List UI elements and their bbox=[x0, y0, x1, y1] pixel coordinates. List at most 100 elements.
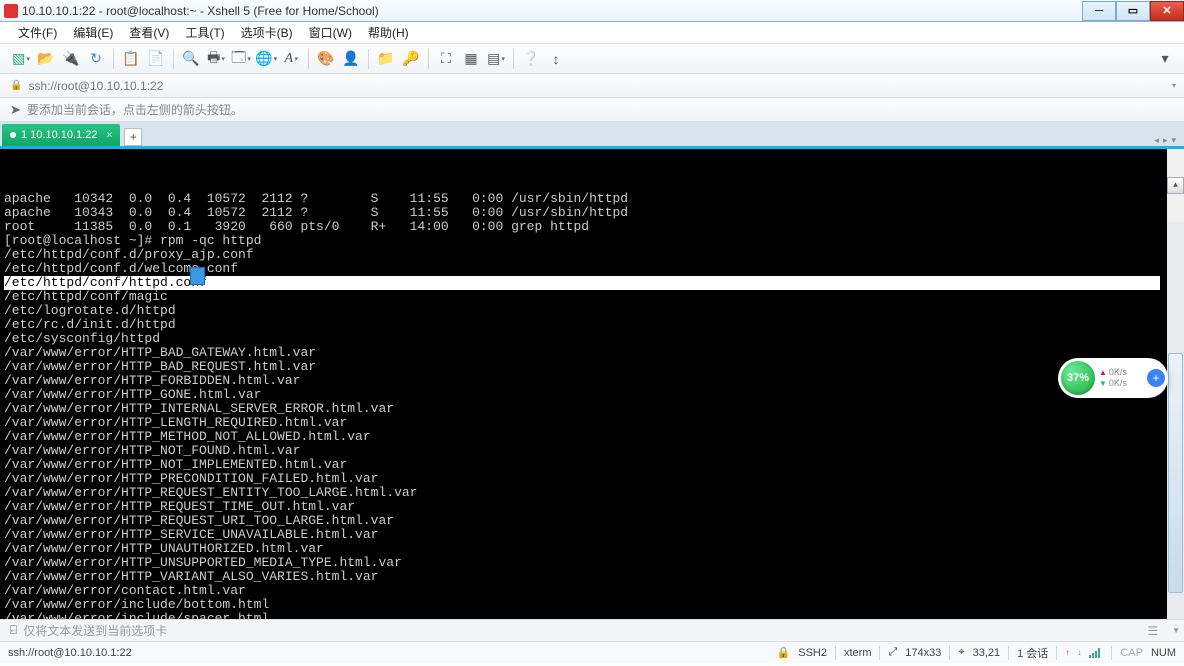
status-separator bbox=[1056, 646, 1057, 660]
menu-edit[interactable]: 编辑(E) bbox=[65, 21, 121, 44]
terminal-line[interactable]: /etc/httpd/conf.d/proxy_ajp.conf bbox=[4, 248, 1180, 262]
terminal-line[interactable]: /var/www/error/HTTP_REQUEST_URI_TOO_LARG… bbox=[4, 514, 1180, 528]
terminal-line[interactable]: apache 10343 0.0 0.4 10572 2112 ? S 11:5… bbox=[4, 206, 1180, 220]
tab-next-icon[interactable]: ▸ bbox=[1163, 135, 1168, 146]
terminal-line[interactable]: /var/www/error/HTTP_UNAUTHORIZED.html.va… bbox=[4, 542, 1180, 556]
download-speed: 0K/s bbox=[1109, 378, 1127, 389]
terminal-line[interactable]: /etc/logrotate.d/httpd bbox=[4, 304, 1180, 318]
terminal-line[interactable]: /var/www/error/HTTP_VARIANT_ALSO_VARIES.… bbox=[4, 570, 1180, 584]
input-dropdown-icon[interactable]: ▼ bbox=[1172, 626, 1180, 635]
search-icon[interactable]: 🔍 bbox=[180, 48, 202, 70]
paste-icon[interactable]: 📄 bbox=[145, 48, 167, 70]
layout-icon[interactable]: ▤ bbox=[485, 48, 507, 70]
text-cursor-icon bbox=[190, 267, 205, 285]
tab-prev-icon[interactable]: ◂ bbox=[1154, 135, 1159, 146]
terminal[interactable]: apache 10342 0.0 0.4 10572 2112 ? S 11:5… bbox=[0, 149, 1184, 619]
menu-window[interactable]: 窗口(W) bbox=[301, 21, 360, 44]
new-session-icon[interactable]: ▧ bbox=[10, 48, 32, 70]
print-icon[interactable]: 🖶 bbox=[205, 48, 227, 70]
open-icon[interactable]: 📂 bbox=[35, 48, 57, 70]
address-dropdown-icon[interactable]: ▾ bbox=[1172, 81, 1176, 90]
tab-label: 1 10.10.10.1:22 bbox=[21, 129, 97, 141]
terminal-line[interactable]: apache 10342 0.0 0.4 10572 2112 ? S 11:5… bbox=[4, 192, 1180, 206]
close-button[interactable]: ✕ bbox=[1150, 1, 1184, 21]
scroll-up-icon[interactable]: ▲ bbox=[1167, 177, 1184, 194]
connect-icon[interactable]: 🔌 bbox=[60, 48, 82, 70]
maximize-button[interactable]: ▭ bbox=[1116, 1, 1150, 21]
scroll-thumb[interactable] bbox=[1168, 353, 1183, 593]
toolbar-dropdown-icon[interactable]: ▾ bbox=[1154, 48, 1176, 70]
terminal-line[interactable]: /etc/httpd/conf.d/welcome.conf bbox=[4, 262, 1180, 276]
status-separator bbox=[879, 646, 880, 660]
tab-list-icon[interactable]: ▾ bbox=[1171, 135, 1176, 146]
properties-icon[interactable]: 🗔 bbox=[230, 48, 252, 70]
status-up-icon: ↑ bbox=[1065, 648, 1069, 657]
menu-tools[interactable]: 工具(T) bbox=[177, 21, 232, 44]
lock-icon: 🔒 bbox=[10, 80, 22, 91]
status-bar: ssh://root@10.10.10.1:22 🔒 SSH2 xterm ⤢ … bbox=[0, 641, 1184, 663]
terminal-line[interactable]: /var/www/error/HTTP_REQUEST_TIME_OUT.htm… bbox=[4, 500, 1180, 514]
minimize-button[interactable]: ─ bbox=[1082, 1, 1116, 21]
menu-help[interactable]: 帮助(H) bbox=[360, 21, 417, 44]
terminal-line[interactable]: root 11385 0.0 0.1 3920 660 pts/0 R+ 14:… bbox=[4, 220, 1180, 234]
terminal-line[interactable]: /var/www/error/HTTP_SERVICE_UNAVAILABLE.… bbox=[4, 528, 1180, 542]
send-mode-icon[interactable]: ⍇ bbox=[10, 623, 17, 638]
menu-file[interactable]: 文件(F) bbox=[10, 21, 65, 44]
terminal-line[interactable]: /var/www/error/HTTP_FORBIDDEN.html.var bbox=[4, 374, 1180, 388]
terminal-line[interactable]: /etc/httpd/conf/magic bbox=[4, 290, 1180, 304]
terminal-line[interactable]: /var/www/error/HTTP_BAD_GATEWAY.html.var bbox=[4, 346, 1180, 360]
hint-bar: ➤ 要添加当前会话，点击左侧的箭头按钮。 bbox=[0, 98, 1184, 122]
globe-icon[interactable]: 🌐 bbox=[255, 48, 277, 70]
terminal-line[interactable]: /var/www/error/HTTP_REQUEST_ENTITY_TOO_L… bbox=[4, 486, 1180, 500]
scroll-track[interactable] bbox=[1167, 222, 1184, 619]
tile-icon[interactable]: ▦ bbox=[460, 48, 482, 70]
terminal-line[interactable]: /etc/rc.d/init.d/httpd bbox=[4, 318, 1180, 332]
input-hint-text[interactable]: 仅将文本发送到当前选项卡 bbox=[23, 622, 167, 639]
terminal-line[interactable]: /var/www/error/HTTP_PRECONDITION_FAILED.… bbox=[4, 472, 1180, 486]
input-menu-icon[interactable]: ☰ bbox=[1147, 624, 1158, 638]
tab-close-icon[interactable]: × bbox=[106, 130, 112, 141]
terminal-line[interactable]: /var/www/error/HTTP_NOT_FOUND.html.var bbox=[4, 444, 1180, 458]
address-url[interactable]: ssh://root@10.10.10.1:22 bbox=[28, 79, 163, 93]
key-icon[interactable]: 🔑 bbox=[400, 48, 422, 70]
help-icon[interactable]: ❔ bbox=[520, 48, 542, 70]
terminal-line-highlighted[interactable]: /etc/httpd/conf/httpd.conf bbox=[4, 276, 1160, 290]
window-controls: ─ ▭ ✕ bbox=[1082, 1, 1184, 21]
menu-tabs[interactable]: 选项卡(B) bbox=[233, 21, 301, 44]
terminal-line[interactable]: /var/www/error/HTTP_METHOD_NOT_ALLOWED.h… bbox=[4, 430, 1180, 444]
tab-add-button[interactable]: + bbox=[124, 128, 142, 146]
status-pos-icon: ⌖ bbox=[958, 646, 964, 659]
fullscreen-icon[interactable]: ⛶ bbox=[435, 48, 457, 70]
terminal-line[interactable]: /var/www/error/include/bottom.html bbox=[4, 598, 1180, 612]
user-icon[interactable]: 👤 bbox=[340, 48, 362, 70]
net-speeds: ▲0K/s ▼0K/s bbox=[1099, 367, 1127, 389]
terminal-line[interactable]: [root@localhost ~]# rpm -qc httpd bbox=[4, 234, 1180, 248]
widget-plus-icon[interactable]: + bbox=[1147, 369, 1165, 387]
terminal-line[interactable]: /var/www/error/HTTP_NOT_IMPLEMENTED.html… bbox=[4, 458, 1180, 472]
terminal-line[interactable]: /var/www/error/include/spacer.html bbox=[4, 612, 1180, 619]
add-session-arrow-icon[interactable]: ➤ bbox=[10, 102, 21, 118]
scrollbar[interactable]: ▲ ▼ bbox=[1167, 149, 1184, 619]
scroll-icon[interactable]: ↕ bbox=[545, 48, 567, 70]
status-term: xterm bbox=[844, 647, 872, 659]
terminal-line[interactable]: /var/www/error/contact.html.var bbox=[4, 584, 1180, 598]
reconnect-icon[interactable]: ↻ bbox=[85, 48, 107, 70]
toolbar-separator bbox=[308, 49, 309, 69]
network-widget[interactable]: 37% ▲0K/s ▼0K/s + bbox=[1058, 358, 1168, 398]
terminal-line[interactable]: /var/www/error/HTTP_GONE.html.var bbox=[4, 388, 1180, 402]
terminal-line[interactable]: /var/www/error/HTTP_UNSUPPORTED_MEDIA_TY… bbox=[4, 556, 1180, 570]
terminal-line[interactable]: /var/www/error/HTTP_INTERNAL_SERVER_ERRO… bbox=[4, 402, 1180, 416]
terminal-line[interactable]: /etc/sysconfig/httpd bbox=[4, 332, 1180, 346]
color-icon[interactable]: 🎨 bbox=[315, 48, 337, 70]
terminal-line[interactable]: /var/www/error/HTTP_BAD_REQUEST.html.var bbox=[4, 360, 1180, 374]
toolbar-separator bbox=[368, 49, 369, 69]
font-icon[interactable]: A bbox=[280, 48, 302, 70]
hint-text: 要添加当前会话，点击左侧的箭头按钮。 bbox=[27, 101, 243, 118]
copy-icon[interactable]: 📋 bbox=[120, 48, 142, 70]
transfer-icon[interactable]: 📁 bbox=[375, 48, 397, 70]
upload-icon: ▲ bbox=[1099, 367, 1107, 378]
terminal-line[interactable]: /var/www/error/HTTP_LENGTH_REQUIRED.html… bbox=[4, 416, 1180, 430]
status-separator bbox=[1111, 646, 1112, 660]
session-tab[interactable]: 1 10.10.10.1:22 × bbox=[2, 124, 120, 146]
menu-view[interactable]: 查看(V) bbox=[121, 21, 177, 44]
